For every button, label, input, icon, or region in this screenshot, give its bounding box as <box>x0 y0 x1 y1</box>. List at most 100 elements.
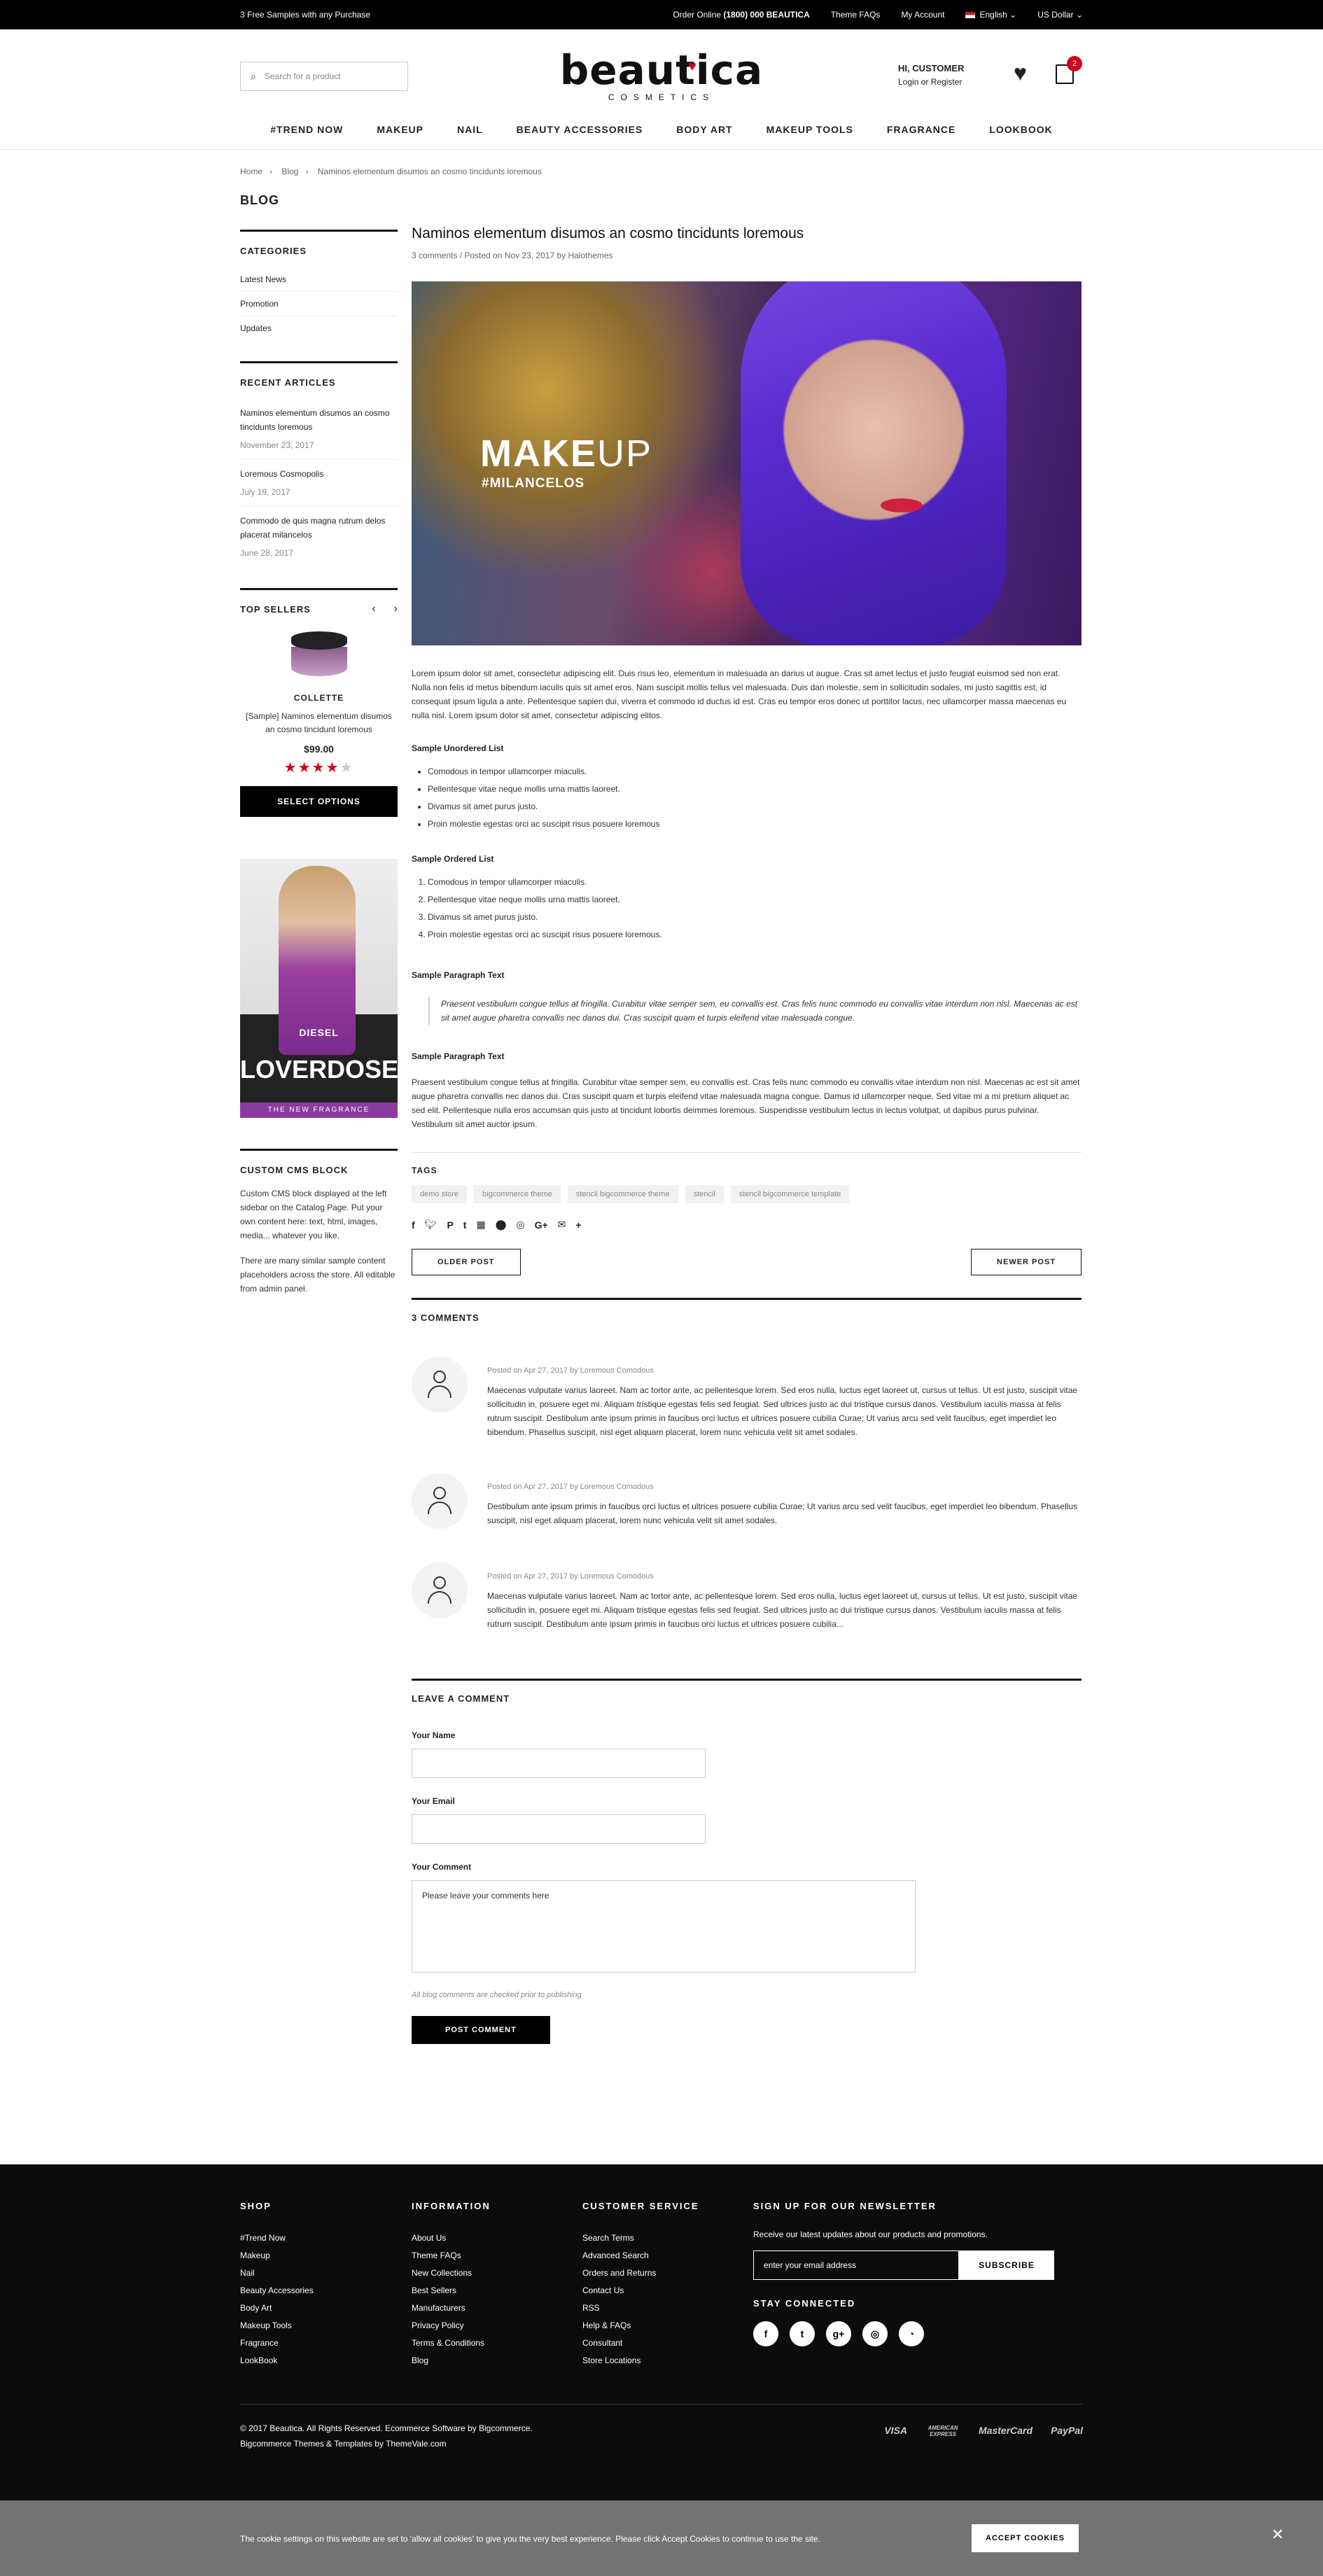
footer-link[interactable]: Best Sellers <box>412 2282 491 2300</box>
recent-article-date: July 19, 2017 <box>240 487 290 497</box>
footer-link[interactable]: Store Locations <box>582 2352 699 2370</box>
instagram-icon[interactable]: ◎ <box>862 2321 888 2346</box>
currency-select[interactable]: US Dollar ⌄ <box>1037 10 1083 20</box>
footer-link[interactable]: Makeup <box>240 2247 314 2264</box>
tag[interactable]: demo store <box>412 1185 468 1203</box>
pinterest-icon[interactable]: P <box>447 1219 453 1231</box>
tag[interactable]: stencil bigcommerce theme <box>567 1185 678 1203</box>
account-box: HI, CUSTOMER Login or Register <box>898 63 964 87</box>
delicious-icon[interactable]: ▦ <box>476 1219 485 1231</box>
currency-label: US Dollar <box>1037 10 1074 20</box>
recent-article-title[interactable]: Naminos elementum disumos an cosmo tinci… <box>240 406 398 434</box>
footer-link[interactable]: Manufacturers <box>412 2300 491 2317</box>
subscribe-button[interactable]: SUBSCRIBE <box>959 2250 1054 2280</box>
my-account-link[interactable]: My Account <box>901 10 944 20</box>
google-plus-icon[interactable]: G+ <box>535 1219 548 1231</box>
email-field[interactable] <box>412 1814 706 1844</box>
product-image[interactable] <box>288 626 351 682</box>
footer-link[interactable]: Search Terms <box>582 2230 699 2247</box>
close-icon[interactable]: ✕ <box>1271 2526 1284 2544</box>
footer-link[interactable]: Blog <box>412 2352 491 2370</box>
recent-article[interactable]: Commodo de quis magna rutrum delos place… <box>240 507 398 567</box>
recent-article[interactable]: Naminos elementum disumos an cosmo tinci… <box>240 399 398 460</box>
footer-link[interactable]: About Us <box>412 2230 491 2247</box>
footer-link[interactable]: Theme FAQs <box>412 2247 491 2264</box>
phone-number[interactable]: (1800) 000 BEAUTICA <box>723 10 809 20</box>
category-updates[interactable]: Updates <box>240 316 398 340</box>
select-options-button[interactable]: SELECT OPTIONS <box>240 786 398 817</box>
email-icon[interactable]: ✉ <box>558 1219 566 1231</box>
footer-link[interactable]: Beauty Accessories <box>240 2282 314 2300</box>
banner-tagline: THE NEW FRAGRANCE <box>240 1102 398 1118</box>
language-select[interactable]: English ⌄ <box>965 10 1016 20</box>
footer-link[interactable]: #Trend Now <box>240 2230 314 2247</box>
nav-item-makeup-tools[interactable]: MAKEUP TOOLS <box>766 124 853 135</box>
reddit-icon[interactable]: ◎ <box>516 1219 524 1231</box>
ordered-list-title: Sample Ordered List <box>412 854 494 864</box>
footer-link[interactable]: Contact Us <box>582 2282 699 2300</box>
nav-item-lookbook[interactable]: LOOKBOOK <box>989 124 1052 135</box>
product-name[interactable]: [Sample] Naminos elementum disumos an co… <box>240 710 398 736</box>
newsletter-email-input[interactable]: enter your email address <box>753 2250 959 2280</box>
footer-link[interactable]: RSS <box>582 2300 699 2317</box>
comment-textarea[interactable]: Please leave your comments here <box>412 1880 916 1973</box>
or-text: or <box>920 77 929 87</box>
theme-faqs-link[interactable]: Theme FAQs <box>831 10 881 20</box>
category-latest-news[interactable]: Latest News <box>240 267 398 292</box>
footer-link[interactable]: Orders and Returns <box>582 2264 699 2282</box>
tumblr-icon[interactable]: t <box>463 1219 467 1231</box>
recent-article-title[interactable]: Loremous Cosmopolis <box>240 467 398 481</box>
recent-article[interactable]: Loremous Cosmopolis July 19, 2017 <box>240 460 398 507</box>
pin-icon[interactable]: ⬤ <box>496 1219 507 1231</box>
facebook-icon[interactable]: f <box>753 2321 778 2346</box>
cart-icon[interactable]: 2 <box>1056 56 1082 84</box>
tag[interactable]: stencil <box>685 1185 724 1203</box>
banner-brand: DIESEL <box>299 1027 339 1038</box>
nav-item-nail[interactable]: NAIL <box>457 124 483 135</box>
post-comment-button[interactable]: POST COMMENT <box>412 2016 550 2044</box>
breadcrumb-blog[interactable]: Blog <box>281 167 298 176</box>
promo-banner[interactable]: DIESEL LOVERDOSE THE NEW FRAGRANCE <box>240 859 398 1118</box>
footer-link[interactable]: Fragrance <box>240 2334 314 2352</box>
nav-item-beauty-accessories[interactable]: BEAUTY ACCESSORIES <box>517 124 643 135</box>
footer-link[interactable]: Makeup Tools <box>240 2317 314 2334</box>
chevron-left-icon[interactable]: ‹ <box>372 603 375 615</box>
footer-link[interactable]: New Collections <box>412 2264 491 2282</box>
footer-link[interactable]: Body Art <box>240 2300 314 2317</box>
google-plus-icon[interactable]: g+ <box>826 2321 851 2346</box>
list-item: Divamus sit amet purus justo. <box>428 798 1082 816</box>
footer-link[interactable]: Nail <box>240 2264 314 2282</box>
tag[interactable]: stencil bigcommerce template <box>730 1185 850 1203</box>
login-link[interactable]: Login <box>898 77 918 87</box>
nav-item-trend-now[interactable]: #TREND NOW <box>270 124 343 135</box>
footer-link[interactable]: Terms & Conditions <box>412 2334 491 2352</box>
footer-link[interactable]: Help & FAQs <box>582 2317 699 2334</box>
wishlist-heart-icon[interactable]: ♥ <box>1014 60 1027 86</box>
newer-post-button[interactable]: NEWER POST <box>971 1249 1082 1275</box>
user-icon <box>433 1371 446 1383</box>
accept-cookies-button[interactable]: ACCEPT COOKIES <box>972 2524 1079 2552</box>
tag[interactable]: bigcommerce theme <box>474 1185 561 1203</box>
footer-link[interactable]: LookBook <box>240 2352 314 2370</box>
facebook-icon[interactable]: f <box>412 1219 415 1231</box>
nav-item-body-art[interactable]: BODY ART <box>676 124 732 135</box>
older-post-button[interactable]: OLDER POST <box>412 1249 521 1275</box>
footer-link[interactable]: Consultant <box>582 2334 699 2352</box>
logo[interactable]: beautica COSMETICS <box>0 49 1323 102</box>
breadcrumb-home[interactable]: Home <box>240 167 262 176</box>
twitter-icon[interactable]: t <box>790 2321 815 2346</box>
post-pager: OLDER POST NEWER POST <box>412 1249 1082 1275</box>
twitter-icon[interactable]: 🐦︎ <box>425 1219 438 1231</box>
footer-link[interactable]: Advanced Search <box>582 2247 699 2264</box>
plus-icon[interactable]: + <box>575 1219 581 1231</box>
nav-item-makeup[interactable]: MAKEUP <box>377 124 424 135</box>
name-field[interactable] <box>412 1749 706 1778</box>
register-link[interactable]: Register <box>931 77 962 87</box>
chevron-right-icon[interactable]: › <box>394 603 398 615</box>
rss-icon[interactable]: ◔ <box>899 2321 924 2346</box>
category-promotion[interactable]: Promotion <box>240 292 398 316</box>
recent-article-title[interactable]: Commodo de quis magna rutrum delos place… <box>240 514 398 542</box>
footer-link[interactable]: Privacy Policy <box>412 2317 491 2334</box>
nav-item-fragrance[interactable]: FRAGRANCE <box>887 124 955 135</box>
post-meta: 3 comments / Posted on Nov 23, 2017 by H… <box>412 251 613 260</box>
